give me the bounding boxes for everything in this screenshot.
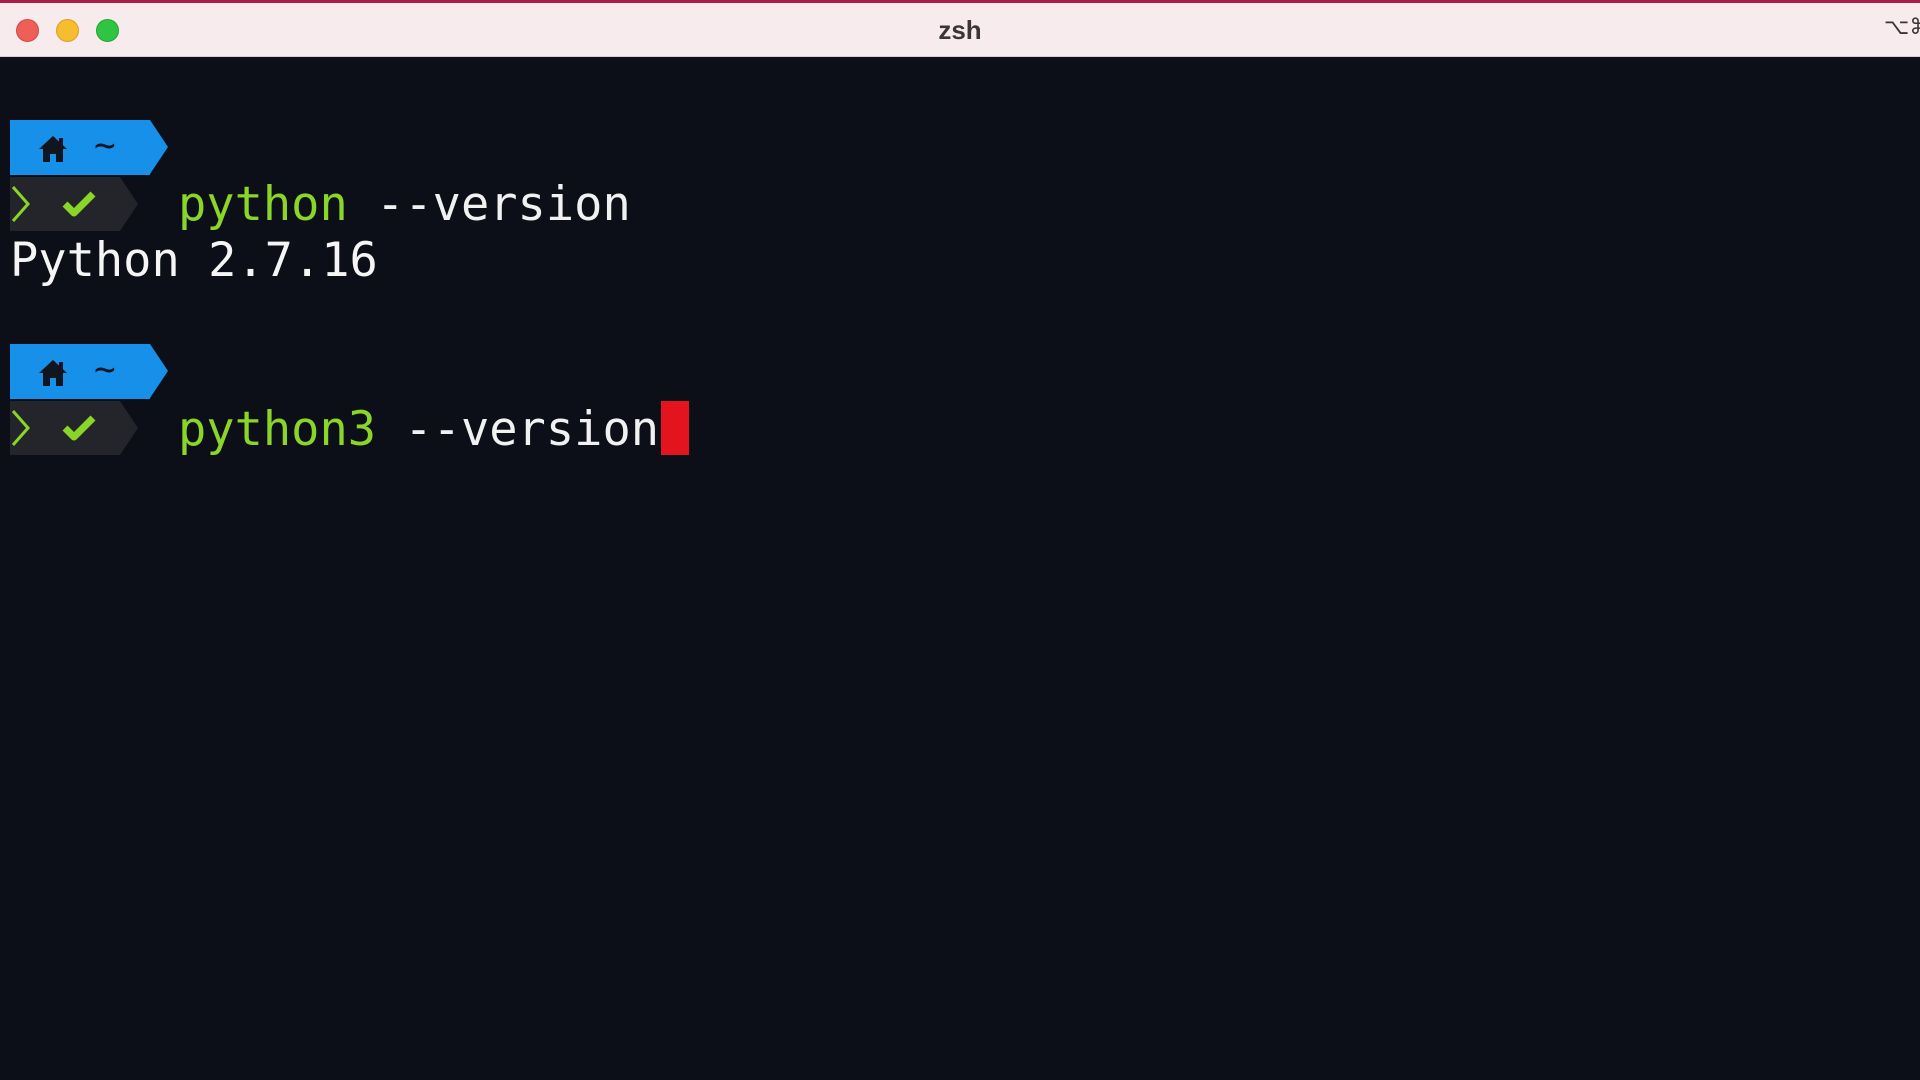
title-bar[interactable]: zsh ⌥⌘1 bbox=[0, 0, 1920, 57]
text-cursor bbox=[661, 401, 690, 455]
command-output: Python 2.7.16 bbox=[10, 233, 378, 288]
directory-label: ~ bbox=[94, 125, 116, 166]
home-icon bbox=[39, 360, 67, 386]
directory-label: ~ bbox=[94, 349, 116, 390]
prompt-chevron-icon bbox=[11, 410, 31, 446]
check-icon bbox=[62, 415, 96, 441]
window-shortcut: ⌥⌘1 bbox=[1884, 15, 1920, 40]
command-line[interactable]: python3 --version bbox=[178, 401, 690, 458]
prompt-status-segment bbox=[10, 401, 138, 455]
home-icon bbox=[39, 136, 67, 162]
command-line: python --version bbox=[178, 177, 631, 233]
window-title: zsh bbox=[938, 15, 982, 45]
terminal-content[interactable]: ~ python --version Python 2.7.16 ~ pytho… bbox=[0, 57, 1920, 1080]
check-icon bbox=[62, 191, 96, 217]
prompt-chevron-icon bbox=[11, 186, 31, 222]
command-name: python bbox=[178, 177, 348, 232]
prompt-directory-segment: ~ bbox=[10, 344, 168, 399]
command-name: python3 bbox=[178, 402, 377, 457]
terminal-window: zsh ⌥⌘1 ~ python --version Python 2.7.16 bbox=[0, 0, 1920, 1080]
command-args: --version bbox=[376, 402, 660, 457]
prompt-directory-segment: ~ bbox=[10, 120, 168, 175]
prompt-status-segment bbox=[10, 177, 138, 231]
command-args: --version bbox=[347, 177, 631, 232]
